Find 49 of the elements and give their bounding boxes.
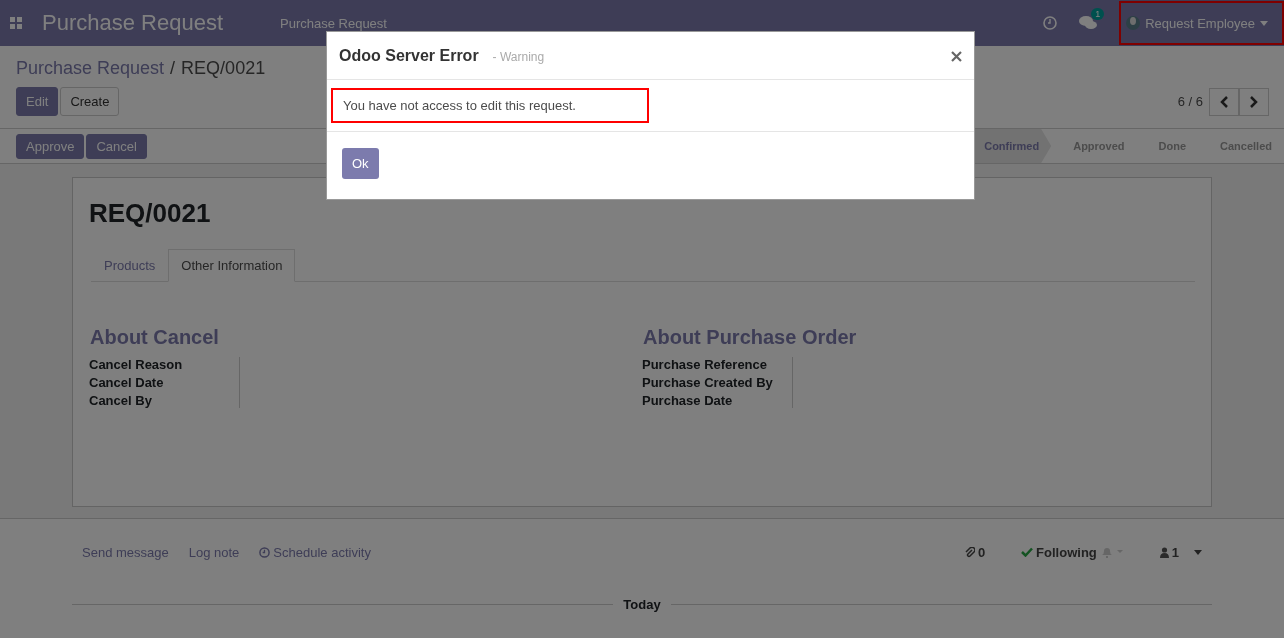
clock-icon[interactable] — [1043, 16, 1058, 30]
breadcrumb-current: REQ/0021 — [181, 58, 266, 79]
field-label: Cancel Reason — [89, 357, 184, 372]
chevron-left-icon — [1219, 95, 1229, 108]
apps-menu-icon[interactable] — [10, 17, 22, 29]
group-title: About Purchase Order — [643, 326, 858, 349]
field-label: Purchase Reference — [642, 357, 768, 372]
error-message: You have not access to edit this request. — [331, 88, 649, 123]
status-action-button[interactable]: Approve — [16, 133, 85, 159]
chatter-action-link[interactable]: Send message — [82, 544, 169, 560]
attachments-button[interactable]: 0 — [964, 544, 986, 560]
dialog-subtitle: - Warning — [492, 50, 545, 64]
form-tab[interactable]: Other Information — [168, 249, 296, 282]
caret-icon — [1260, 20, 1268, 26]
chevron-right-icon — [1249, 95, 1259, 108]
avatar-icon — [1126, 15, 1141, 31]
form-tab[interactable]: Products — [91, 249, 169, 282]
breadcrumb-link[interactable]: Purchase Request — [16, 58, 165, 79]
field-label: Cancel By — [89, 393, 153, 408]
next-button[interactable] — [1239, 87, 1269, 116]
group-title: About Cancel — [90, 326, 220, 349]
person-icon — [1159, 546, 1169, 558]
date-separator: Today — [623, 597, 661, 612]
field-label: Purchase Created By — [642, 375, 774, 390]
menu-link[interactable]: Purchase Request — [280, 15, 387, 31]
field-label: Cancel Date — [89, 375, 165, 390]
previous-button[interactable] — [1209, 87, 1239, 116]
chat-icon[interactable] — [1079, 16, 1098, 30]
dialog-title: Odoo Server Error — [339, 46, 479, 65]
record-title: REQ/0021 — [89, 198, 212, 229]
field-label: Purchase Date — [642, 393, 734, 408]
status-action-button[interactable]: Cancel — [86, 133, 147, 159]
app-title: Purchase Request — [42, 10, 223, 36]
chatter-action-link[interactable]: Schedule activity — [259, 544, 371, 560]
caret-icon — [1194, 549, 1202, 555]
message-count-badge: 1 — [1091, 8, 1105, 20]
ok-button[interactable]: Ok — [342, 148, 379, 179]
follow-button[interactable]: Following — [1021, 544, 1124, 560]
breadcrumb-separator: / — [170, 58, 176, 79]
check-icon — [1021, 547, 1034, 557]
pager-counter: 6 / 6 — [1177, 94, 1203, 109]
clock-icon — [259, 546, 271, 558]
close-icon — [951, 51, 962, 62]
user-menu[interactable]: Request Employee — [1119, 1, 1284, 45]
create-button[interactable]: Create — [60, 87, 120, 116]
chatter-action-link[interactable]: Log note — [188, 544, 240, 560]
paperclip-icon — [964, 546, 975, 558]
followers-button[interactable]: 1 — [1159, 544, 1202, 560]
edit-button[interactable]: Edit — [16, 87, 59, 116]
